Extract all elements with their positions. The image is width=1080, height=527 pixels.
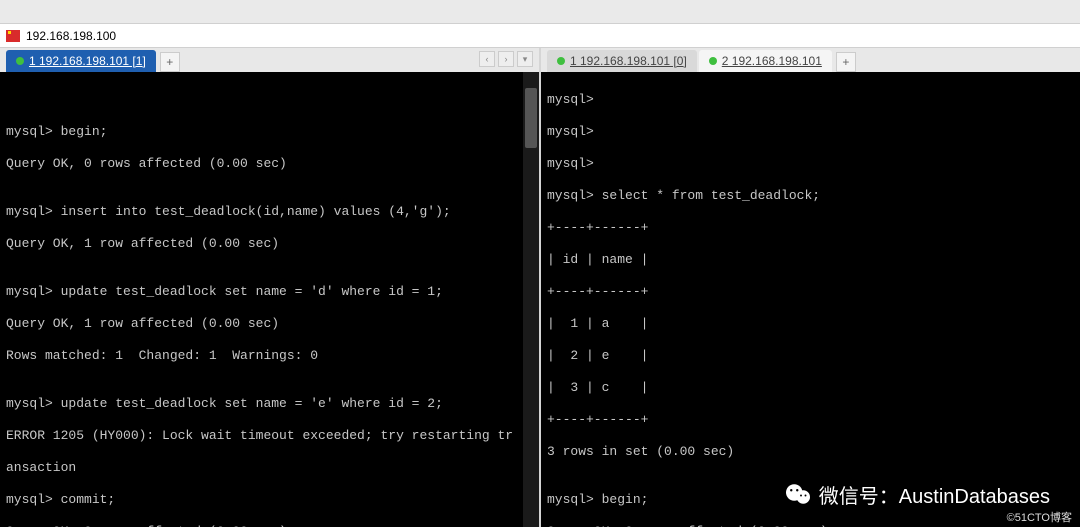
terminal-line: mysql> <box>547 92 1074 108</box>
scroll-thumb[interactable] <box>525 88 537 148</box>
right-tab-2-label: 2 192.168.198.101 <box>722 54 822 68</box>
terminal-line: Query OK, 1 row affected (0.00 sec) <box>6 316 533 332</box>
terminal-line: | 2 | e | <box>547 348 1074 364</box>
terminal-line: mysql> update test_deadlock set name = '… <box>6 284 533 300</box>
terminal-line: mysql> begin; <box>6 124 533 140</box>
right-pane: 1 192.168.198.101 [0] 2 192.168.198.101 … <box>541 48 1080 527</box>
terminal-line: | id | name | <box>547 252 1074 268</box>
right-tab-add-button[interactable]: + <box>836 52 856 72</box>
terminal-line: mysql> insert into test_deadlock(id,name… <box>6 204 533 220</box>
left-tab-add-button[interactable]: + <box>160 52 180 72</box>
terminal-line: mysql> commit; <box>6 492 533 508</box>
terminal-line: mysql> update test_deadlock set name = '… <box>6 396 533 412</box>
terminal-line: Rows matched: 1 Changed: 1 Warnings: 0 <box>6 348 533 364</box>
left-tabbar: 1 192.168.198.101 [1] + ‹ › ▾ <box>0 48 539 72</box>
status-dot-icon <box>16 57 24 65</box>
split-panes: 1 192.168.198.101 [1] + ‹ › ▾ ▴ mysql> b… <box>0 48 1080 527</box>
terminal-line: +----+------+ <box>547 412 1074 428</box>
status-dot-icon <box>709 57 717 65</box>
left-tab-controls: ‹ › ▾ <box>479 51 533 67</box>
terminal-line: mysql> begin; <box>547 492 1074 508</box>
app-toolbar <box>0 0 1080 24</box>
left-tab-1[interactable]: 1 192.168.198.101 [1] <box>6 50 156 72</box>
tab-next-button[interactable]: › <box>498 51 514 67</box>
right-tab-1[interactable]: 1 192.168.198.101 [0] <box>547 50 697 72</box>
terminal-line: | 3 | c | <box>547 380 1074 396</box>
terminal-line: mysql> select * from test_deadlock; <box>547 188 1074 204</box>
address-text: 192.168.198.100 <box>26 29 116 43</box>
terminal-line: ERROR 1205 (HY000): Lock wait timeout ex… <box>6 428 533 444</box>
left-terminal[interactable]: ▴ mysql> begin; Query OK, 0 rows affecte… <box>0 72 539 527</box>
right-tab-1-label: 1 192.168.198.101 [0] <box>570 54 687 68</box>
left-tab-1-label: 1 192.168.198.101 [1] <box>29 54 146 68</box>
tab-prev-button[interactable]: ‹ <box>479 51 495 67</box>
terminal-line: +----+------+ <box>547 284 1074 300</box>
terminal-line: ansaction <box>6 460 533 476</box>
host-flag-icon <box>6 30 20 42</box>
terminal-line: 3 rows in set (0.00 sec) <box>547 444 1074 460</box>
terminal-line: Query OK, 0 rows affected (0.00 sec) <box>6 156 533 172</box>
terminal-line: | 1 | a | <box>547 316 1074 332</box>
terminal-line: +----+------+ <box>547 220 1074 236</box>
terminal-line: Query OK, 1 row affected (0.00 sec) <box>6 236 533 252</box>
right-terminal[interactable]: mysql> mysql> mysql> mysql> select * fro… <box>541 72 1080 527</box>
tab-menu-button[interactable]: ▾ <box>517 51 533 67</box>
left-scrollbar[interactable]: ▴ <box>523 72 539 527</box>
address-bar: 192.168.198.100 <box>0 24 1080 48</box>
footer-attribution: ©51CTO博客 <box>1007 509 1072 525</box>
right-tabbar: 1 192.168.198.101 [0] 2 192.168.198.101 … <box>541 48 1080 72</box>
terminal-line: mysql> <box>547 124 1074 140</box>
terminal-line: mysql> <box>547 156 1074 172</box>
right-tab-2[interactable]: 2 192.168.198.101 <box>699 50 832 72</box>
status-dot-icon <box>557 57 565 65</box>
left-pane: 1 192.168.198.101 [1] + ‹ › ▾ ▴ mysql> b… <box>0 48 541 527</box>
